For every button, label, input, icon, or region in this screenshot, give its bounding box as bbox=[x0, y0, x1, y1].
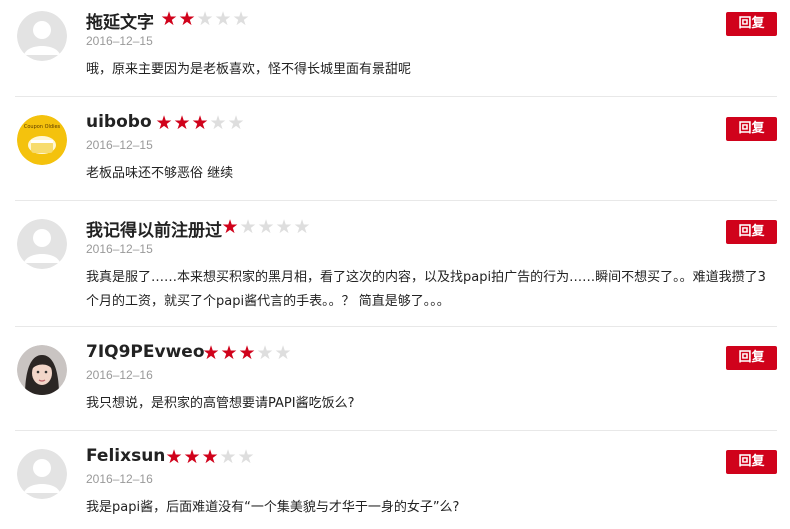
comment-date: 2016–12–16 bbox=[86, 472, 153, 486]
comment-text: 我是papi酱，后面难道没有“一个集美貌与才华于一身的女子”么? bbox=[86, 500, 460, 515]
comment-item: 7IQ9PEvweo ★ ★ ★ ★ ★ 2016–12–16 我只想说，是积家的高管想… bbox=[15, 334, 777, 431]
comment-date: 2016–12–15 bbox=[86, 242, 153, 256]
comment-item: 我记得以前注册过 ★ ★ ★ ★ ★ 2016–12–15 我真是服了……本来想买积家的… bbox=[15, 208, 777, 327]
star-empty-icon: ★ bbox=[209, 112, 227, 134]
star-empty-icon: ★ bbox=[293, 216, 311, 238]
avatar-logo-text: Coupon Oldies bbox=[24, 124, 61, 130]
comment-date: 2016–12–16 bbox=[86, 368, 153, 382]
username[interactable]: 7IQ9PEvweo bbox=[86, 342, 205, 362]
comment-item: Coupon Oldies uibobo ★ ★ ★ ★ ★ 2016–12–15 老板… bbox=[15, 104, 777, 201]
star-empty-icon: ★ bbox=[196, 8, 214, 30]
star-filled-icon: ★ bbox=[165, 446, 183, 468]
comment-item: Felixsun ★ ★ ★ ★ ★ 2016–12–16 我是papi酱，后面难道没有… bbox=[15, 438, 777, 529]
default-avatar-icon bbox=[17, 11, 67, 61]
star-filled-icon: ★ bbox=[183, 446, 201, 468]
star-filled-icon: ★ bbox=[221, 216, 239, 238]
star-filled-icon: ★ bbox=[155, 112, 173, 134]
comment-text: 哦，原来主要因为是老板喜欢，怪不得长城里面有景甜呢 bbox=[86, 62, 412, 77]
rating-stars: ★ ★ ★ ★ ★ bbox=[221, 217, 311, 237]
star-filled-icon: ★ bbox=[191, 112, 209, 134]
star-filled-icon: ★ bbox=[173, 112, 191, 134]
user-avatar[interactable] bbox=[17, 449, 67, 499]
star-empty-icon: ★ bbox=[219, 446, 237, 468]
rating-stars: ★ ★ ★ ★ ★ bbox=[165, 447, 255, 467]
username[interactable]: uibobo bbox=[86, 112, 152, 132]
comment-date: 2016–12–15 bbox=[86, 34, 153, 48]
reply-button[interactable]: 回复 bbox=[726, 12, 777, 36]
star-empty-icon: ★ bbox=[257, 216, 275, 238]
rating-stars: ★ ★ ★ ★ ★ bbox=[160, 9, 250, 29]
comment-text: 我只想说，是积家的高管想要请PAPI酱吃饭么? bbox=[86, 396, 355, 411]
photo-avatar-icon bbox=[17, 345, 67, 395]
star-empty-icon: ★ bbox=[237, 446, 255, 468]
rating-stars: ★ ★ ★ ★ ★ bbox=[155, 113, 245, 133]
comment-date: 2016–12–15 bbox=[86, 138, 153, 152]
rating-stars: ★ ★ ★ ★ ★ bbox=[202, 343, 292, 363]
comment-text: 老板品味还不够恶俗 继续 bbox=[86, 166, 234, 181]
yellow-logo-icon: Coupon Oldies bbox=[17, 115, 67, 165]
star-empty-icon: ★ bbox=[214, 8, 232, 30]
star-filled-icon: ★ bbox=[178, 8, 196, 30]
comment-text: 我真是服了……本来想买积家的黑月相，看了这次的内容，以及找papi拍广告的行为…… bbox=[86, 270, 766, 309]
user-avatar[interactable]: Coupon Oldies bbox=[17, 115, 67, 165]
username[interactable]: Felixsun bbox=[86, 446, 165, 466]
username[interactable]: 我记得以前注册过 bbox=[86, 216, 222, 241]
reply-button[interactable]: 回复 bbox=[726, 450, 777, 474]
star-filled-icon: ★ bbox=[160, 8, 178, 30]
star-filled-icon: ★ bbox=[201, 446, 219, 468]
star-empty-icon: ★ bbox=[256, 342, 274, 364]
star-empty-icon: ★ bbox=[227, 112, 245, 134]
star-filled-icon: ★ bbox=[220, 342, 238, 364]
star-filled-icon: ★ bbox=[238, 342, 256, 364]
user-avatar[interactable] bbox=[17, 11, 67, 61]
star-filled-icon: ★ bbox=[202, 342, 220, 364]
comment-item: 拖延文字 ★ ★ ★ ★ ★ 2016–12–15 哦，原来主要因为是老板喜欢，怪不得长… bbox=[15, 0, 777, 97]
user-avatar[interactable] bbox=[17, 219, 67, 269]
reply-button[interactable]: 回复 bbox=[726, 346, 777, 370]
default-avatar-icon bbox=[17, 449, 67, 499]
comment-list: 拖延文字 ★ ★ ★ ★ ★ 2016–12–15 哦，原来主要因为是老板喜欢，怪不得长… bbox=[0, 0, 790, 529]
default-avatar-icon bbox=[17, 219, 67, 269]
reply-button[interactable]: 回复 bbox=[726, 117, 777, 141]
username[interactable]: 拖延文字 bbox=[86, 8, 154, 33]
star-empty-icon: ★ bbox=[232, 8, 250, 30]
star-empty-icon: ★ bbox=[239, 216, 257, 238]
reply-button[interactable]: 回复 bbox=[726, 220, 777, 244]
star-empty-icon: ★ bbox=[275, 216, 293, 238]
star-empty-icon: ★ bbox=[274, 342, 292, 364]
user-avatar[interactable] bbox=[17, 345, 67, 395]
